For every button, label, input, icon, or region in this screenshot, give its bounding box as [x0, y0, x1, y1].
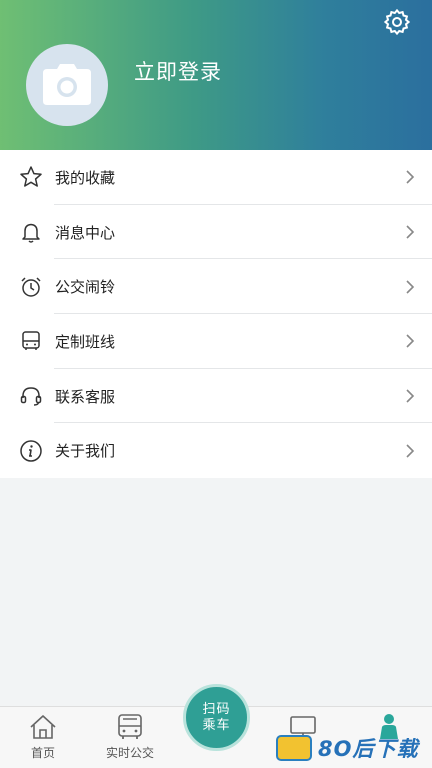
bell-icon: [19, 220, 43, 244]
avatar[interactable]: [26, 44, 108, 126]
alarm-clock-icon: [19, 275, 43, 299]
menu-item-label: 定制班线: [55, 332, 116, 351]
bus-icon: [19, 329, 43, 353]
scan-label-line2: 乘车: [202, 717, 231, 733]
menu-item-label: 公交闹铃: [55, 278, 116, 297]
menu-item-label: 联系客服: [55, 387, 116, 406]
headset-icon: [19, 384, 43, 408]
menu-item-favorites[interactable]: 我的收藏: [0, 150, 432, 205]
chevron-right-icon: [406, 225, 415, 239]
star-icon: [19, 165, 43, 189]
chevron-right-icon: [406, 334, 415, 348]
menu-item-label: 关于我们: [55, 442, 116, 461]
menu-item-custom-route[interactable]: 定制班线: [0, 314, 432, 369]
menu-item-bus-alarm[interactable]: 公交闹铃: [0, 259, 432, 314]
info-icon: [19, 439, 43, 463]
menu-list: 我的收藏 消息中心 公交闹铃 定制班线 联系客服 关于我们: [0, 150, 432, 479]
chevron-right-icon: [406, 170, 415, 184]
home-icon: [27, 713, 59, 741]
camera-icon: [43, 64, 91, 105]
menu-item-label: 我的收藏: [55, 168, 116, 187]
watermark: 8O后下载: [270, 728, 432, 768]
bus-front-icon: [114, 713, 146, 741]
login-link[interactable]: 立即登录: [134, 56, 222, 86]
menu-item-customer-service[interactable]: 联系客服: [0, 369, 432, 424]
menu-item-about-us[interactable]: 关于我们: [0, 423, 432, 478]
watermark-text: 8O后下载: [318, 737, 419, 761]
watermark-logo-icon: [276, 735, 312, 761]
settings-gear-icon[interactable]: [383, 8, 411, 36]
chevron-right-icon: [406, 280, 415, 294]
menu-item-messages[interactable]: 消息中心: [0, 205, 432, 260]
tab-label: 实时公交: [105, 746, 154, 760]
scan-to-ride-button[interactable]: 扫码 乘车: [183, 684, 250, 751]
chevron-right-icon: [406, 444, 415, 458]
menu-item-label: 消息中心: [55, 223, 116, 242]
chevron-right-icon: [406, 389, 415, 403]
scan-label-line1: 扫码: [202, 701, 231, 717]
profile-header: 立即登录: [0, 0, 432, 150]
tab-home[interactable]: 首页: [0, 707, 86, 768]
tab-realtime-bus[interactable]: 实时公交: [87, 707, 173, 768]
tab-label: 首页: [30, 746, 55, 760]
